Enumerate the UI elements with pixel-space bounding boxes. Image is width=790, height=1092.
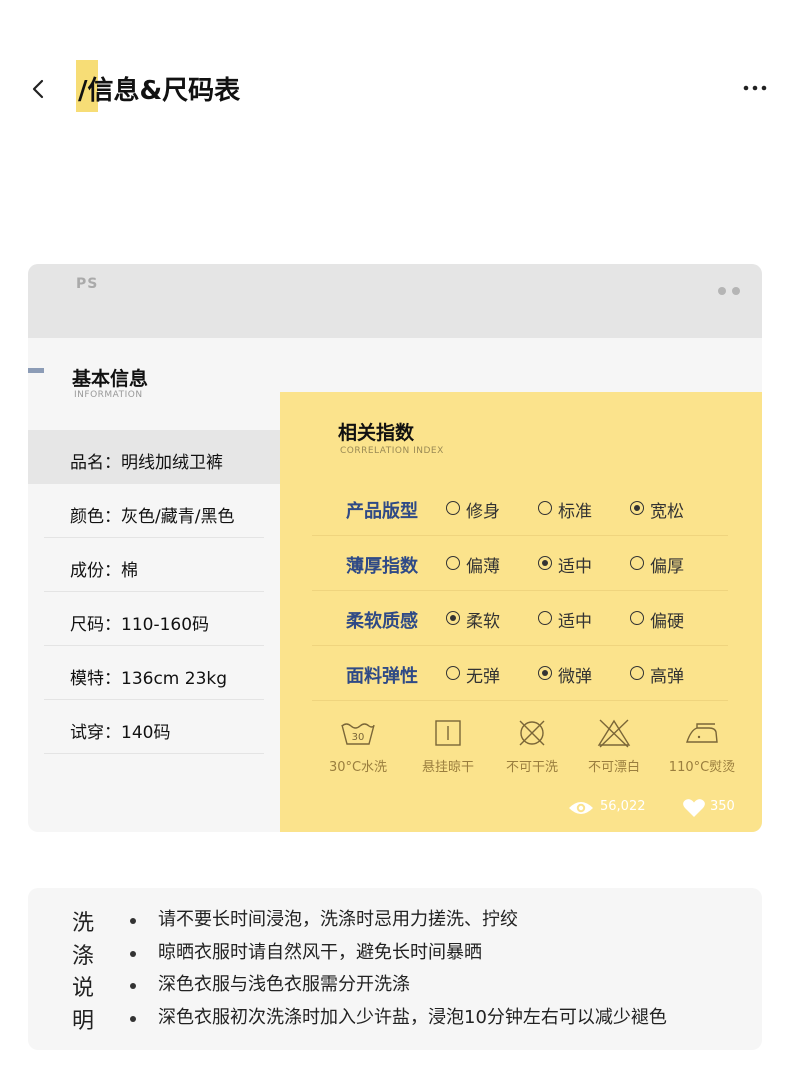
index-option-label: 高弹 bbox=[650, 667, 684, 687]
no-dry-clean-icon bbox=[519, 720, 545, 746]
radio-checked-icon[interactable] bbox=[446, 611, 460, 625]
ps-logo: PS bbox=[76, 276, 99, 292]
index-option-label: 偏厚 bbox=[650, 557, 684, 577]
index-option-label: 柔软 bbox=[466, 612, 500, 632]
wash-note-item: 晾晒衣服时请自然风干，避免长时间暴晒 bbox=[128, 937, 667, 970]
wash-30-icon: 30 bbox=[341, 723, 375, 745]
index-option-label: 无弹 bbox=[466, 667, 500, 687]
care-item-hang: 悬挂晾干 bbox=[408, 718, 488, 775]
care-label: 30°C水洗 bbox=[328, 760, 388, 775]
care-label: 110°C熨烫 bbox=[668, 760, 736, 775]
info-row-text: 颜色：灰色/藏青/黑色 bbox=[70, 507, 235, 527]
index-subtitle: CORRELATION INDEX bbox=[340, 446, 444, 456]
header-bar: /信息&尺码表 bbox=[0, 60, 790, 120]
care-item-bleach: 不可漂白 bbox=[574, 718, 654, 775]
wash-note-item: 深色衣服与浅色衣服需分开洗涤 bbox=[128, 969, 667, 1002]
radio-unchecked-icon[interactable] bbox=[446, 501, 460, 515]
info-row-text: 模特：136cm 23kg bbox=[70, 669, 228, 689]
iron-icon bbox=[686, 723, 718, 743]
index-option-label: 适中 bbox=[558, 612, 592, 632]
info-row-size: 尺码：110-160码 bbox=[28, 592, 280, 646]
likes-count: 350 bbox=[710, 799, 735, 814]
index-option-label: 偏硬 bbox=[650, 612, 684, 632]
care-label: 悬挂晾干 bbox=[421, 760, 474, 775]
basic-info-list: 品名：明线加绒卫裤 颜色：灰色/藏青/黑色 成份：棉 尺码：110-160码 模… bbox=[28, 430, 280, 754]
info-row-material: 成份：棉 bbox=[28, 538, 280, 592]
info-row-model: 模特：136cm 23kg bbox=[28, 646, 280, 700]
more-dots-icon bbox=[743, 85, 767, 91]
basic-info-subtitle: INFORMATION bbox=[74, 390, 143, 400]
card-top-bar: PS bbox=[28, 264, 762, 338]
index-title: 相关指数 bbox=[338, 422, 415, 444]
hang-dry-icon bbox=[435, 720, 461, 746]
radio-unchecked-icon[interactable] bbox=[630, 556, 644, 570]
dot-icon bbox=[732, 287, 740, 295]
care-item-iron: 110°C熨烫 bbox=[662, 718, 742, 775]
wash-note-item: 请不要长时间浸泡，洗涤时忌用力搓洗、拧绞 bbox=[128, 904, 667, 937]
info-row-name: 品名：明线加绒卫裤 bbox=[28, 430, 280, 484]
radio-unchecked-icon[interactable] bbox=[538, 501, 552, 515]
index-option-label: 微弹 bbox=[558, 667, 592, 687]
index-row-label: 面料弹性 bbox=[346, 666, 418, 687]
window-dots bbox=[712, 280, 740, 299]
care-label: 不可漂白 bbox=[587, 760, 640, 775]
info-row-fitting: 试穿：140码 bbox=[28, 700, 280, 754]
index-panel: 相关指数 CORRELATION INDEX 产品版型 修身 标准 宽松 薄厚指数 偏薄适… bbox=[280, 392, 762, 832]
chevron-left-icon bbox=[32, 79, 44, 99]
index-row-label: 柔软质感 bbox=[346, 611, 418, 632]
info-row-text: 成份：棉 bbox=[70, 561, 138, 581]
page-title: /信息&尺码表 bbox=[78, 76, 241, 106]
care-item-wash: 30 30°C水洗 bbox=[318, 718, 398, 775]
care-item-dryclean: 不可干洗 bbox=[492, 718, 572, 775]
index-row: 柔软质感 柔软 适中 偏硬 bbox=[312, 591, 728, 646]
radio-unchecked-icon[interactable] bbox=[446, 556, 460, 570]
radio-checked-icon[interactable] bbox=[538, 556, 552, 570]
radio-unchecked-icon[interactable] bbox=[630, 611, 644, 625]
index-option-label: 修身 bbox=[466, 502, 500, 522]
dot-icon bbox=[718, 287, 726, 295]
info-row-text: 试穿：140码 bbox=[70, 723, 171, 743]
wash-notes: 洗涤说明 请不要长时间浸泡，洗涤时忌用力搓洗、拧绞 晾晒衣服时请自然风干，避免长… bbox=[28, 888, 762, 1050]
eye-icon bbox=[569, 802, 593, 814]
info-row-color: 颜色：灰色/藏青/黑色 bbox=[28, 484, 280, 538]
radio-unchecked-icon[interactable] bbox=[446, 666, 460, 680]
svg-text:30: 30 bbox=[352, 732, 365, 743]
index-option-label: 宽松 bbox=[650, 502, 684, 522]
more-button[interactable] bbox=[742, 76, 772, 100]
radio-unchecked-icon[interactable] bbox=[538, 611, 552, 625]
section-accent-bar bbox=[28, 368, 44, 373]
index-row: 面料弹性 无弹 微弹 高弹 bbox=[312, 646, 728, 701]
radio-checked-icon[interactable] bbox=[630, 501, 644, 515]
index-option-label: 偏薄 bbox=[466, 557, 500, 577]
info-row-text: 品名：明线加绒卫裤 bbox=[70, 453, 223, 473]
wash-note-item: 深色衣服初次洗涤时加入少许盐，浸泡10分钟左右可以减少褪色 bbox=[128, 1002, 667, 1035]
info-row-text: 尺码：110-160码 bbox=[70, 615, 210, 635]
row-divider bbox=[312, 700, 728, 701]
index-row-label: 产品版型 bbox=[346, 501, 418, 522]
views-count: 56,022 bbox=[600, 799, 646, 814]
basic-info-title: 基本信息 bbox=[72, 368, 149, 390]
index-row-label: 薄厚指数 bbox=[346, 556, 418, 577]
wash-notes-list: 请不要长时间浸泡，洗涤时忌用力搓洗、拧绞 晾晒衣服时请自然风干，避免长时间暴晒 … bbox=[128, 904, 667, 1034]
back-button[interactable] bbox=[24, 74, 54, 104]
index-option-label: 标准 bbox=[558, 502, 592, 522]
index-option-label: 适中 bbox=[558, 557, 592, 577]
care-label: 不可干洗 bbox=[505, 760, 558, 775]
heart-icon bbox=[683, 799, 705, 817]
index-row: 产品版型 修身 标准 宽松 bbox=[312, 481, 728, 536]
index-row: 薄厚指数 偏薄 适中 偏厚 bbox=[312, 536, 728, 591]
radio-checked-icon[interactable] bbox=[538, 666, 552, 680]
wash-notes-title: 洗涤说明 bbox=[72, 911, 95, 1034]
radio-unchecked-icon[interactable] bbox=[630, 666, 644, 680]
no-bleach-icon bbox=[597, 719, 631, 748]
